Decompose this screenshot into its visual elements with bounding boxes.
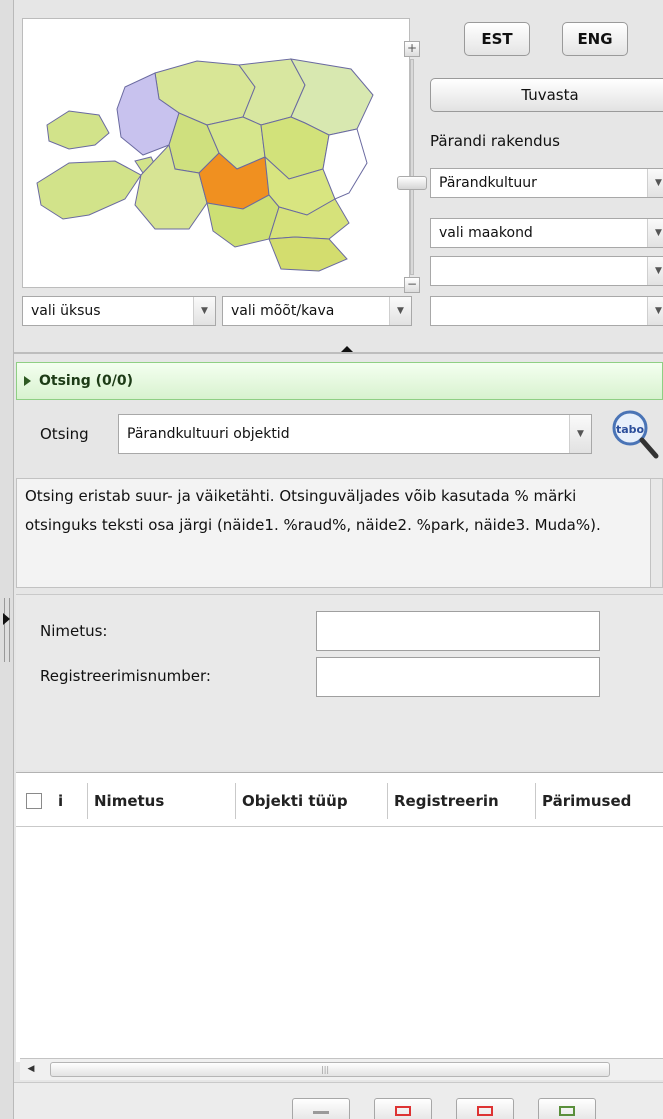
app-select-value: Pärandkultuur: [439, 175, 537, 191]
column-header-nimetus[interactable]: Nimetus: [88, 783, 236, 819]
description-scrollbar[interactable]: [650, 479, 662, 587]
measure-select-value: vali mõõt/kava: [231, 303, 335, 319]
parish-select[interactable]: ▼: [430, 256, 663, 286]
unit-select-value: vali üksus: [31, 303, 101, 319]
delete-icon: [395, 1106, 411, 1116]
map-region-saaremaa: [36, 160, 142, 220]
toolbar-button-1[interactable]: [292, 1098, 350, 1119]
column-header-objekti-tuup[interactable]: Objekti tüüp: [236, 783, 388, 819]
search-header-title: Otsing (0/0): [39, 373, 133, 389]
tuvasta-button[interactable]: Tuvasta: [430, 78, 663, 112]
tabo-magnifier-icon[interactable]: tabo: [608, 404, 660, 460]
chevron-down-icon[interactable]: ▼: [647, 257, 663, 285]
chevron-down-icon[interactable]: ▼: [389, 297, 411, 325]
grid-header: i Nimetus Objekti tüüp Registreerin Päri…: [16, 773, 663, 827]
county-select-value: vali maakond: [439, 225, 533, 241]
collapse-triangle-icon[interactable]: [24, 376, 31, 386]
list-icon: [313, 1111, 329, 1114]
expand-arrow-icon[interactable]: [3, 613, 10, 625]
splitter-grip[interactable]: [4, 598, 10, 662]
name-input[interactable]: [316, 611, 600, 651]
search-description: Otsing eristab suur- ja väiketähti. Otsi…: [16, 478, 663, 588]
search-form: Nimetus: Registreerimisnumber:: [16, 594, 663, 770]
chevron-down-icon[interactable]: ▼: [647, 219, 663, 247]
svg-text:tabo: tabo: [616, 423, 645, 436]
zoom-thumb[interactable]: [397, 176, 427, 190]
results-grid[interactable]: i Nimetus Objekti tüüp Registreerin Päri…: [16, 772, 663, 1062]
toolbar-button-2[interactable]: [374, 1098, 432, 1119]
divider: [14, 352, 663, 354]
map-view[interactable]: + −: [22, 18, 427, 293]
left-splitter[interactable]: [0, 0, 14, 1119]
export-icon: [559, 1106, 575, 1116]
scroll-thumb[interactable]: |||: [50, 1062, 610, 1077]
toolbar-button-4[interactable]: [538, 1098, 596, 1119]
search-panel-header[interactable]: Otsing (0/0): [16, 362, 663, 400]
search-type-value: Pärandkultuuri objektid: [127, 426, 290, 442]
measure-select[interactable]: vali mõõt/kava ▼: [222, 296, 412, 326]
chevron-down-icon[interactable]: ▼: [569, 415, 591, 453]
regnum-label: Registreerimisnumber:: [40, 667, 211, 685]
zoom-in-icon[interactable]: +: [404, 41, 420, 57]
lang-est-button[interactable]: EST: [464, 22, 530, 56]
county-select[interactable]: vali maakond ▼: [430, 218, 663, 248]
zoom-out-icon[interactable]: −: [404, 277, 420, 293]
column-header-parimused[interactable]: Pärimused: [536, 783, 663, 819]
delete-all-icon: [477, 1106, 493, 1116]
app-select[interactable]: Pärandkultuur ▼: [430, 168, 663, 198]
column-header-info[interactable]: i: [52, 783, 88, 819]
chevron-down-icon[interactable]: ▼: [647, 169, 663, 197]
grid-horizontal-scrollbar[interactable]: ◀ |||: [20, 1058, 663, 1080]
select-all-checkbox[interactable]: [26, 793, 42, 809]
name-label: Nimetus:: [40, 622, 108, 640]
village-select[interactable]: ▼: [430, 296, 663, 326]
search-description-text: Otsing eristab suur- ja väiketähti. Otsi…: [25, 487, 601, 534]
zoom-track[interactable]: [397, 59, 427, 275]
lang-eng-button[interactable]: ENG: [562, 22, 628, 56]
search-type-label: Otsing: [40, 425, 89, 443]
unit-select[interactable]: vali üksus ▼: [22, 296, 216, 326]
scroll-left-icon[interactable]: ◀: [24, 1062, 38, 1076]
estonia-map[interactable]: [29, 33, 381, 279]
map-region-voru: [268, 236, 348, 272]
chevron-down-icon[interactable]: ▼: [193, 297, 215, 325]
column-header-registreerin[interactable]: Registreerin: [388, 783, 536, 819]
chevron-down-icon[interactable]: ▼: [647, 297, 663, 325]
regnum-input[interactable]: [316, 657, 600, 697]
app-label: Pärandi rakendus: [430, 132, 560, 150]
toolbar-button-3[interactable]: [456, 1098, 514, 1119]
map-region-hiiumaa: [46, 110, 110, 150]
search-type-select[interactable]: Pärandkultuuri objektid ▼: [118, 414, 592, 454]
zoom-slider[interactable]: + −: [397, 41, 427, 295]
